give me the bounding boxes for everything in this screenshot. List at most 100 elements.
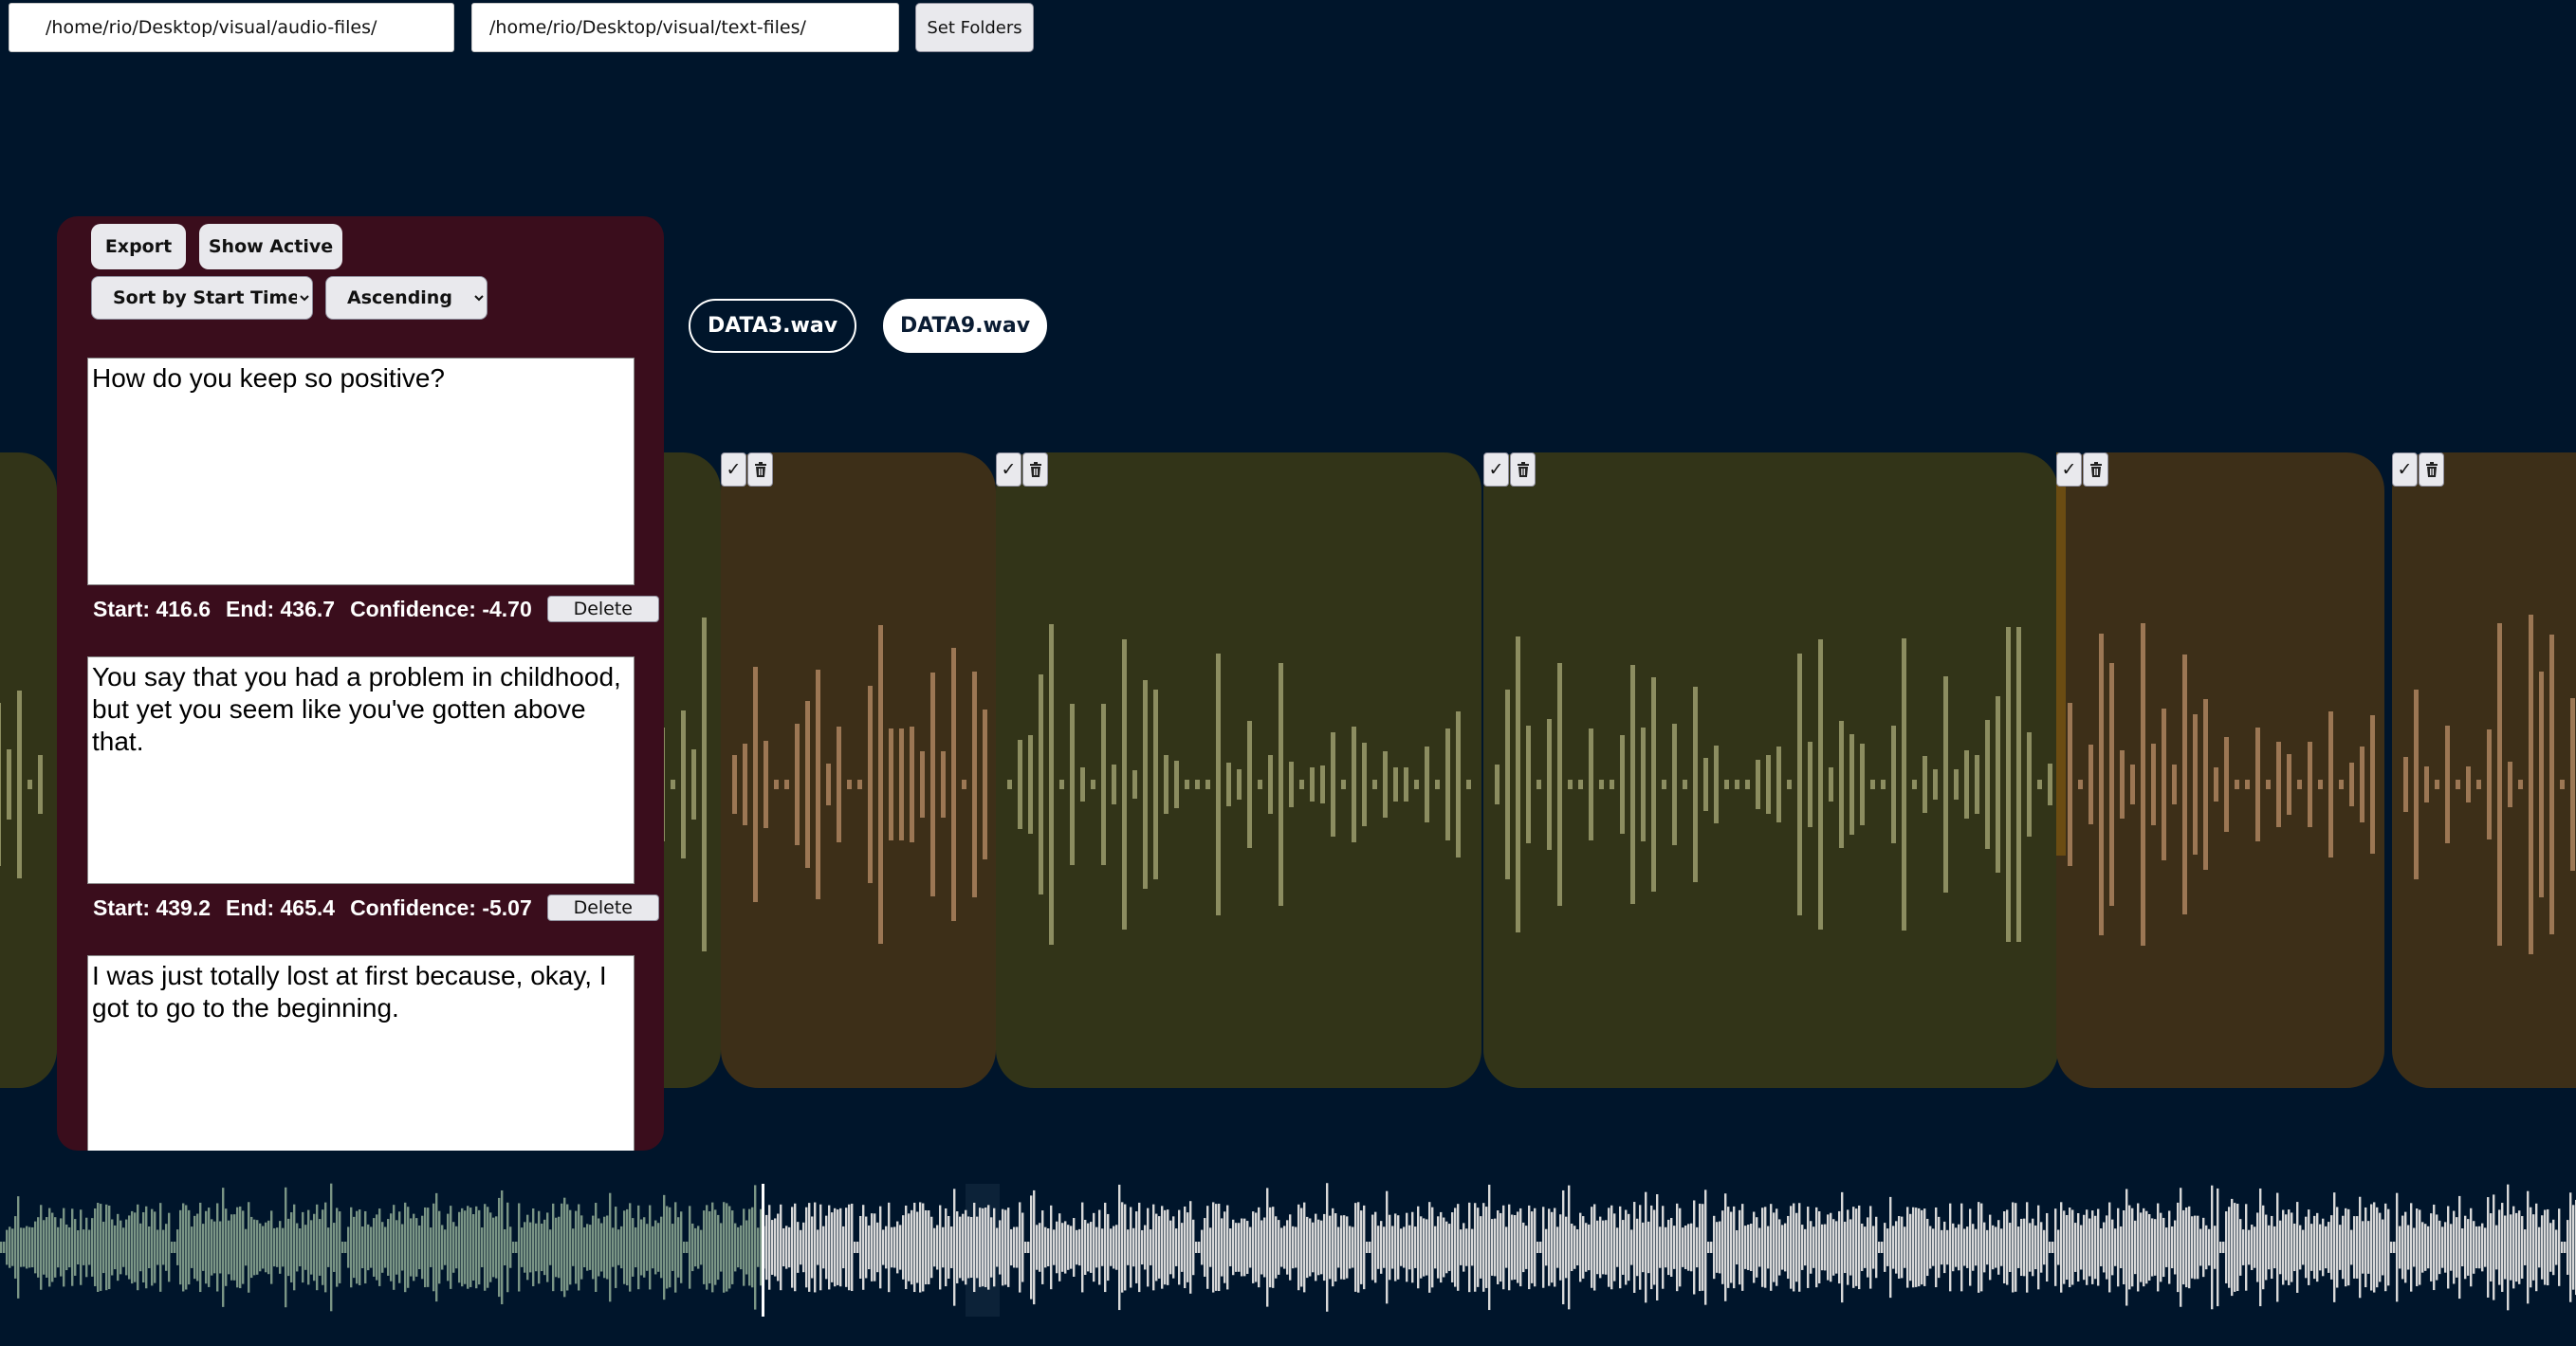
overview-wave-sample	[1329, 1215, 1332, 1280]
overview-wave-sample	[347, 1226, 350, 1268]
overview-wave-sample	[1056, 1221, 1058, 1274]
segment-meta: Start: 439.2 End: 465.4 Confidence: -5.0…	[93, 894, 659, 922]
audio-segment[interactable]	[0, 452, 57, 1088]
overview-wave-sample	[1659, 1226, 1662, 1268]
segment-text[interactable]: I was just totally lost at first because…	[87, 955, 635, 1151]
overview-wave-sample	[1195, 1242, 1198, 1253]
overview-wave-sample	[1517, 1211, 1519, 1283]
overview-wave-sample	[2160, 1212, 2162, 1282]
segment-text[interactable]: How do you keep so positive?	[87, 358, 635, 585]
overview-wave-sample	[2137, 1203, 2140, 1292]
overview-wave-sample	[2268, 1225, 2271, 1270]
overview-wave-sample	[1844, 1221, 1847, 1274]
audio-segment[interactable]: ✓	[721, 452, 996, 1088]
overview-wave-sample	[612, 1227, 615, 1267]
overview-wave-sample	[848, 1204, 851, 1291]
delete-segment-button[interactable]: Delete	[546, 596, 659, 622]
overview-wave-sample	[919, 1202, 922, 1293]
check-icon[interactable]: ✓	[2392, 452, 2418, 487]
check-icon[interactable]: ✓	[1483, 452, 1509, 487]
overview-wave-sample	[697, 1226, 700, 1269]
overview-wave-sample	[925, 1209, 928, 1285]
overview-wave-sample	[1784, 1223, 1787, 1272]
overview-wave-sample	[572, 1228, 575, 1266]
overview-wave-sample	[1736, 1229, 1739, 1265]
waveform-bar	[1943, 675, 1948, 894]
waveform-bar	[941, 750, 946, 819]
audio-segment[interactable]: ✓	[996, 452, 1481, 1088]
overview-wave-sample	[2541, 1215, 2544, 1280]
waveform-bar	[1672, 724, 1677, 845]
show-active-button[interactable]: Show Active	[199, 224, 342, 269]
overview-wave-sample	[51, 1212, 54, 1282]
file-tab-data3[interactable]: DATA3.wav	[689, 299, 856, 353]
overview-wave-sample	[643, 1217, 646, 1278]
playhead-cursor[interactable]	[762, 1184, 764, 1317]
export-button[interactable]: Export	[91, 224, 186, 269]
waveform-bar	[899, 728, 904, 841]
overview-wave-sample	[1374, 1211, 1377, 1283]
waveform-bar	[2151, 743, 2156, 826]
waveform-bar	[2328, 711, 2333, 857]
overview-wave-sample	[1929, 1226, 1932, 1269]
overview-wave-sample	[649, 1205, 652, 1290]
file-tab-data9[interactable]: DATA9.wav	[883, 299, 1047, 353]
overview-wave-sample	[336, 1208, 339, 1287]
check-icon[interactable]: ✓	[996, 452, 1021, 487]
overview-wave-sample	[2512, 1206, 2515, 1289]
overview-wave-sample	[441, 1225, 444, 1270]
overview-wave-sample	[100, 1204, 102, 1291]
trash-icon[interactable]	[1022, 452, 1048, 487]
overview-wave-sample	[939, 1205, 942, 1290]
set-folders-button[interactable]: Set Folders	[915, 3, 1034, 52]
overview-wave-sample	[1778, 1219, 1781, 1276]
overview-wave-sample	[2063, 1210, 2066, 1284]
audio-segment[interactable]: ✓	[2392, 452, 2576, 1088]
overview-wave-sample	[2396, 1192, 2399, 1302]
audio-segment[interactable]: ✓	[2056, 452, 2384, 1088]
waveform-bar	[1870, 780, 1875, 789]
check-icon[interactable]: ✓	[2056, 452, 2082, 487]
trash-icon[interactable]	[747, 452, 773, 487]
segment-drag-handle[interactable]	[2056, 452, 2066, 856]
overview-wave-sample	[287, 1218, 290, 1277]
text-folder-input[interactable]	[471, 3, 899, 52]
overview-wave-sample	[663, 1194, 666, 1300]
delete-segment-button[interactable]: Delete	[546, 894, 659, 921]
overview-wave-sample	[176, 1229, 179, 1265]
check-icon[interactable]: ✓	[721, 452, 746, 487]
overview-wave-sample	[1007, 1208, 1010, 1287]
overview-wave-sample	[211, 1219, 213, 1276]
overview-wave-sample	[2493, 1194, 2495, 1300]
overview-wave-sample	[105, 1204, 108, 1291]
overview-wave-sample	[2080, 1225, 2083, 1270]
audio-folder-input[interactable]	[9, 3, 454, 52]
overview-wave-sample	[1647, 1221, 1650, 1274]
overview-wave-sample	[646, 1224, 649, 1271]
waveform-bar	[1404, 766, 1408, 802]
waveform-bar	[1185, 780, 1189, 789]
overview-wave-sample	[1693, 1200, 1696, 1295]
overview-wave-sample	[2225, 1211, 2228, 1283]
overview-wave-sample	[185, 1205, 188, 1290]
overview-wave-sample	[1454, 1208, 1457, 1287]
sort-select[interactable]: Sort by Start Time	[91, 276, 313, 320]
audio-segment[interactable]: ✓	[1483, 452, 2058, 1088]
trash-icon[interactable]	[1510, 452, 1536, 487]
trash-icon[interactable]	[2419, 452, 2444, 487]
overview-wave-sample	[2234, 1203, 2236, 1292]
waveform-bar	[1505, 689, 1510, 880]
trash-icon[interactable]	[2083, 452, 2108, 487]
overview-wave-sample	[902, 1215, 905, 1280]
overview-wave-sample	[2444, 1222, 2447, 1273]
segment-text[interactable]: You say that you had a problem in childh…	[87, 656, 635, 884]
overview-wave-sample	[1389, 1214, 1391, 1281]
overview-wave-sample	[28, 1226, 31, 1268]
overview-wave-sample	[1642, 1222, 1645, 1273]
overview-wave-sample	[1576, 1228, 1579, 1266]
overview-waveform[interactable]	[0, 1176, 2576, 1318]
overview-wave-sample	[145, 1206, 148, 1289]
overview-wave-sample	[2413, 1227, 2416, 1267]
order-select[interactable]: Ascending	[325, 276, 488, 320]
overview-wave-sample	[2208, 1228, 2211, 1266]
